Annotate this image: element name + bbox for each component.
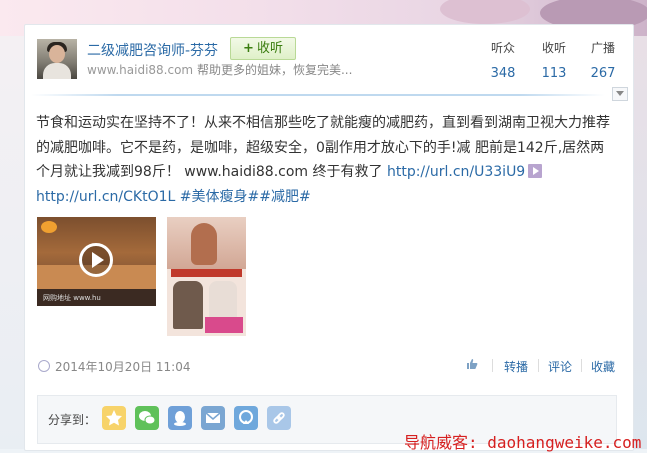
post-content: 节食和运动实在坚持不了！从来不相信那些吃了就能瘦的减肥药，直到看到湖南卫视大力推… — [36, 111, 618, 209]
avatar[interactable] — [37, 39, 77, 79]
header-divider — [31, 94, 605, 96]
user-name[interactable]: 二级减肥咨询师-芬芬 — [87, 40, 218, 60]
stat-value[interactable]: 348 — [483, 66, 523, 81]
video-thumbnail[interactable]: 网购地址 www.hu — [37, 217, 156, 306]
post-link[interactable]: http://url.cn/U33iU9 — [387, 164, 525, 180]
qq-icon[interactable] — [168, 406, 192, 430]
channel-logo — [41, 221, 57, 233]
stat-following[interactable]: 收听 113 — [534, 39, 574, 81]
user-desc-text: 帮助更多的姐妹，恢复完美... — [193, 63, 353, 77]
comment-button[interactable]: 评论 — [548, 358, 572, 375]
stat-label: 收听 — [541, 41, 566, 55]
video-icon[interactable] — [528, 164, 543, 178]
hashtag[interactable]: #美体瘦身# — [180, 189, 259, 205]
weibo-post-card: 二级减肥咨询师-芬芬 + 收听 www.haidi88.com 帮助更多的姐妹，恢… — [24, 24, 634, 451]
star-icon[interactable] — [102, 406, 126, 430]
play-icon[interactable] — [79, 243, 113, 277]
stat-broadcasts[interactable]: 广播 267 — [583, 39, 623, 81]
watermark: 导航威客: daohangweike.com — [404, 433, 642, 452]
stat-label: 听众 — [490, 41, 515, 55]
thumbs-up-icon[interactable] — [466, 358, 478, 370]
share-label: 分享到： — [48, 413, 97, 427]
qzone-icon[interactable] — [234, 406, 258, 430]
video-caption: 网购地址 www.hu — [43, 294, 101, 302]
action-separator — [538, 359, 539, 372]
user-description: www.haidi88.com 帮助更多的姐妹，恢复完美... — [87, 61, 352, 78]
action-separator — [492, 359, 493, 372]
wechat-icon[interactable] — [135, 406, 159, 430]
banner-decoration — [440, 0, 530, 24]
post-link[interactable]: http://url.cn/CKtO1L — [36, 189, 175, 205]
stat-value[interactable]: 113 — [534, 66, 574, 81]
user-desc-url: www.haidi88.com — [87, 63, 194, 77]
action-separator — [581, 359, 582, 372]
repost-button[interactable]: 转播 — [504, 358, 528, 375]
page-background — [632, 36, 647, 449]
link-icon[interactable] — [267, 406, 291, 430]
hashtag[interactable]: #减肥# — [259, 189, 310, 205]
follow-button[interactable]: + 收听 — [230, 37, 296, 60]
clock-icon — [38, 360, 50, 372]
stat-listeners[interactable]: 听众 348 — [483, 39, 523, 81]
follow-label: 收听 — [256, 41, 283, 56]
image-thumbnail[interactable] — [167, 217, 246, 336]
timestamp-text: 2014年10月20日 11:04 — [55, 360, 191, 374]
post-timestamp[interactable]: 2014年10月20日 11:04 — [38, 358, 190, 375]
chevron-down-icon[interactable] — [612, 87, 628, 101]
mail-icon[interactable] — [201, 406, 225, 430]
page-background — [0, 36, 24, 449]
stat-value[interactable]: 267 — [583, 66, 623, 81]
stat-label: 广播 — [590, 41, 615, 55]
favorite-button[interactable]: 收藏 — [591, 358, 615, 375]
plus-icon: + — [243, 41, 254, 56]
